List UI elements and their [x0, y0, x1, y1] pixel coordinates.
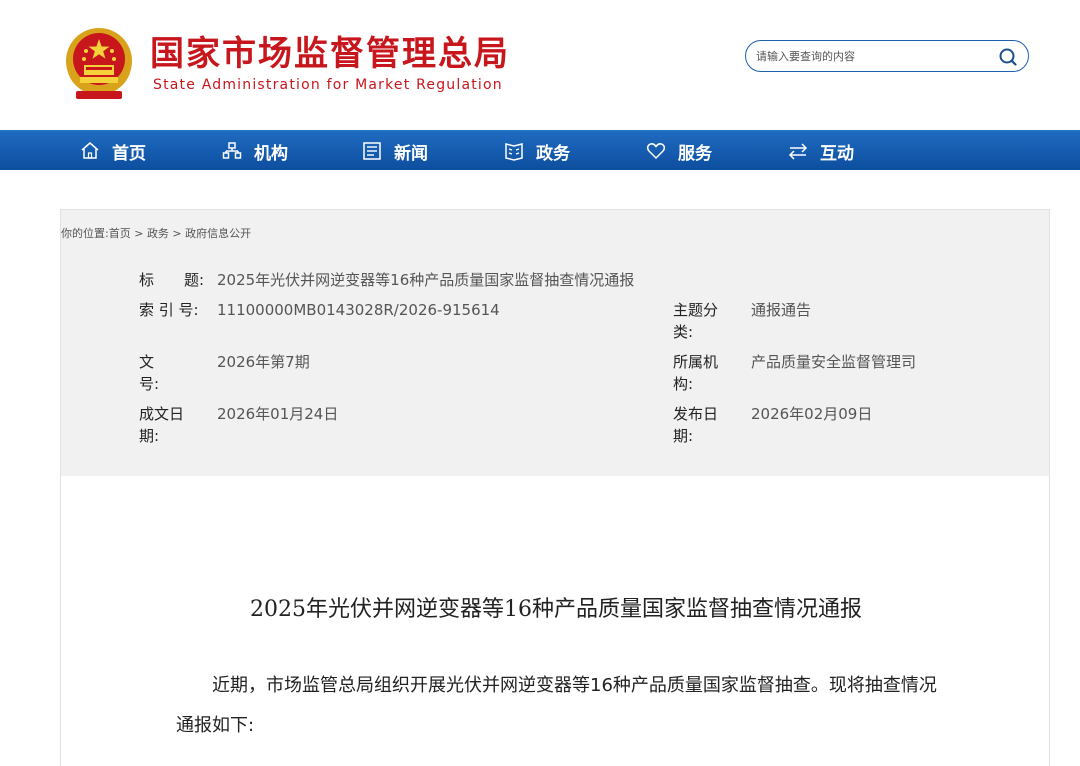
document-icon	[505, 143, 523, 161]
docno-value: 2026年第7期	[217, 353, 310, 371]
org-value: 产品质量安全监督管理司	[751, 353, 917, 371]
newspaper-icon	[363, 142, 381, 160]
main-nav: 首页 机构 新闻 政务 服务 互动	[0, 130, 1080, 170]
nav-item-org[interactable]: 机构	[222, 131, 288, 171]
nav-item-interact[interactable]: 互动	[788, 131, 854, 171]
national-emblem-icon[interactable]	[64, 27, 134, 101]
search-input[interactable]	[756, 46, 986, 66]
nav-item-news[interactable]: 新闻	[362, 131, 428, 171]
article-title: 2025年光伏并网逆变器等16种产品质量国家监督抽查情况通报	[250, 597, 862, 622]
document-info-panel: 你的位置:首页 > 政务 > 政府信息公开 标 题: 2025年光伏并网逆变器等…	[60, 209, 1050, 477]
nav-item-home[interactable]: 首页	[80, 131, 146, 171]
article-content: 2025年光伏并网逆变器等16种产品质量国家监督抽查情况通报 近期，市场监管总局…	[60, 476, 1050, 766]
home-icon	[81, 142, 99, 159]
topic-label: 主题分类:	[673, 301, 719, 341]
heart-icon	[646, 143, 666, 160]
title-value: 2025年光伏并网逆变器等16种产品质量国家监督抽查情况通报	[217, 271, 635, 289]
published-date-value: 2026年02月09日	[751, 405, 873, 423]
site-header: 国家市场监督管理总局 State Administration for Mark…	[0, 0, 1080, 130]
topic-value: 通报通告	[751, 301, 812, 319]
site-title[interactable]: 国家市场监督管理总局	[150, 34, 510, 74]
nav-item-affairs[interactable]: 政务	[504, 131, 570, 171]
breadcrumb-prefix: 你的位置:	[61, 227, 109, 240]
breadcrumb-item-gov-info[interactable]: 政府信息公开	[185, 227, 251, 240]
nav-label: 服务	[678, 143, 712, 164]
docno-label: 文 号:	[139, 353, 185, 393]
article-paragraph: 近期，市场监管总局组织开展光伏并网逆变器等16种产品质量国家监督抽查。现将抽查情…	[176, 675, 937, 736]
breadcrumb-separator: >	[130, 227, 147, 240]
title-label: 标 题:	[139, 271, 205, 289]
breadcrumb: 你的位置:首页 > 政务 > 政府信息公开	[61, 225, 251, 241]
nav-label: 新闻	[394, 143, 428, 164]
breadcrumb-item-affairs[interactable]: 政务	[147, 227, 169, 240]
written-date-label: 成文日期:	[139, 405, 185, 445]
nav-label: 机构	[254, 143, 288, 164]
site-subtitle: State Administration for Market Regulati…	[153, 77, 503, 93]
nav-label: 互动	[820, 143, 854, 164]
nav-label: 首页	[112, 143, 146, 164]
org-chart-icon	[222, 142, 242, 159]
swap-arrows-icon	[788, 143, 808, 160]
index-label: 索 引 号:	[139, 301, 199, 319]
published-date-label: 发布日期:	[673, 405, 719, 445]
index-value: 11100000MB0143028R/2026-915614	[217, 301, 500, 319]
search-box	[745, 40, 1029, 72]
breadcrumb-item-home[interactable]: 首页	[109, 227, 131, 240]
written-date-value: 2026年01月24日	[217, 405, 339, 423]
breadcrumb-separator: >	[168, 227, 186, 240]
nav-item-service[interactable]: 服务	[646, 131, 712, 171]
nav-label: 政务	[536, 143, 570, 164]
search-icon[interactable]	[997, 46, 1019, 68]
org-label: 所属机构:	[673, 353, 719, 393]
